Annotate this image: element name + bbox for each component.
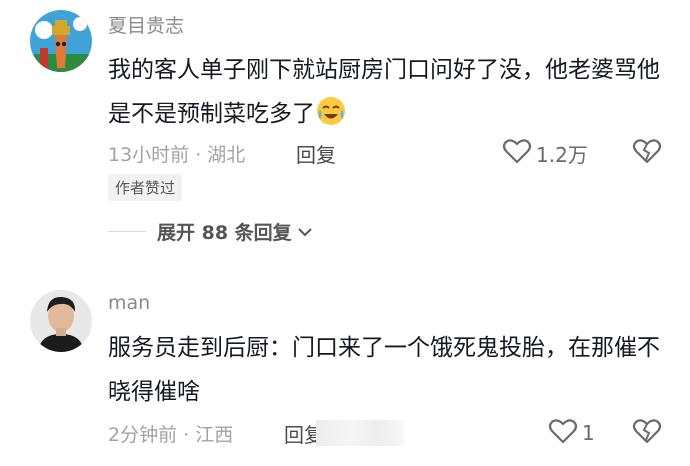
expand-replies-label: 展开 88 条回复 xyxy=(157,222,292,244)
dislike-button[interactable] xyxy=(632,417,662,449)
chevron-down-icon xyxy=(297,222,312,241)
divider xyxy=(108,231,146,232)
comment-text-content: 我的客人单子刚下就站厨房门口问好了没，他老婆骂他是不是预制菜吃多了 xyxy=(108,57,660,127)
dislike-button[interactable] xyxy=(632,137,662,169)
comment-meta: 2分钟前 · 江西 xyxy=(108,424,234,446)
comment-text: 服务员走到后厨：门口来了一个饿死鬼投胎，在那催不晓得催啥 xyxy=(108,335,660,405)
like-count: 1 xyxy=(582,421,595,445)
crying-laughing-emoji-icon xyxy=(315,95,347,142)
author-liked-badge: 作者赞过 xyxy=(108,174,183,201)
comment-username[interactable]: man xyxy=(108,292,150,314)
comment-meta: 13小时前 · 湖北 xyxy=(108,144,246,166)
heart-icon xyxy=(548,417,578,449)
reply-button[interactable]: 回复 xyxy=(296,139,336,168)
avatar[interactable] xyxy=(30,10,92,72)
broken-heart-icon xyxy=(632,139,662,169)
avatar[interactable] xyxy=(30,290,92,352)
like-button[interactable]: 1.2万 xyxy=(502,137,588,169)
like-count: 1.2万 xyxy=(536,142,588,167)
like-button[interactable]: 1 xyxy=(548,417,595,449)
comment-username[interactable]: 夏目贵志 xyxy=(108,11,184,38)
comment-text: 我的客人单子刚下就站厨房门口问好了没，他老婆骂他是不是预制菜吃多了 xyxy=(108,48,668,142)
expand-replies-button[interactable]: 展开 88 条回复 xyxy=(157,218,312,245)
heart-icon xyxy=(502,137,532,169)
watermark-blur xyxy=(316,420,404,446)
broken-heart-icon xyxy=(632,419,662,449)
